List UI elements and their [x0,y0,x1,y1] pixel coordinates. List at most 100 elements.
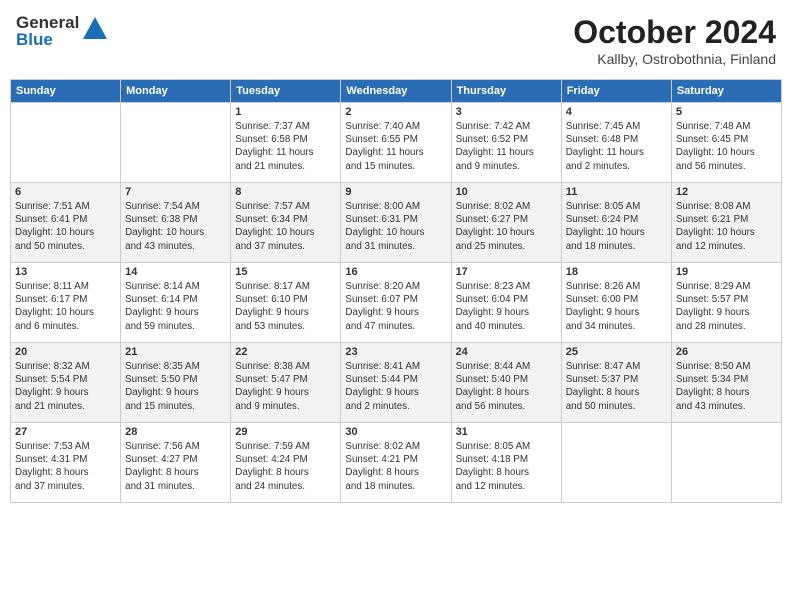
day-number: 27 [15,426,116,438]
day-number: 29 [235,426,336,438]
day-number: 22 [235,346,336,358]
day-info: Sunrise: 7:54 AM Sunset: 6:38 PM Dayligh… [125,200,226,253]
calendar-cell: 29 Sunrise: 7:59 AM Sunset: 4:24 PM Dayli… [231,423,341,503]
day-info: Sunrise: 8:17 AM Sunset: 6:10 PM Dayligh… [235,280,336,333]
calendar-cell: 15 Sunrise: 8:17 AM Sunset: 6:10 PM Dayli… [231,263,341,343]
day-info: Sunrise: 8:02 AM Sunset: 6:27 PM Dayligh… [456,200,557,253]
weekday-header-sunday: Sunday [11,80,121,103]
day-info: Sunrise: 8:35 AM Sunset: 5:50 PM Dayligh… [125,360,226,413]
weekday-header-thursday: Thursday [451,80,561,103]
day-info: Sunrise: 8:00 AM Sunset: 6:31 PM Dayligh… [345,200,446,253]
calendar-cell: 10 Sunrise: 8:02 AM Sunset: 6:27 PM Dayli… [451,183,561,263]
day-number: 13 [15,266,116,278]
calendar-cell: 24 Sunrise: 8:44 AM Sunset: 5:40 PM Dayli… [451,343,561,423]
calendar-cell: 19 Sunrise: 8:29 AM Sunset: 5:57 PM Dayli… [671,263,781,343]
calendar-cell: 23Sunrise: 8:41 AM Sunset: 5:44 PM Dayli… [341,343,451,423]
calendar-cell: 26 Sunrise: 8:50 AM Sunset: 5:34 PM Dayli… [671,343,781,423]
calendar-cell: 6 Sunrise: 7:51 AM Sunset: 6:41 PM Daylig… [11,183,121,263]
day-number: 25 [566,346,667,358]
day-info: Sunrise: 8:29 AM Sunset: 5:57 PM Dayligh… [676,280,777,333]
calendar-week-2: 13Sunrise: 8:11 AM Sunset: 6:17 PM Dayli… [11,263,782,343]
calendar-cell [561,423,671,503]
calendar-header-row: SundayMondayTuesdayWednesdayThursdayFrid… [11,80,782,103]
day-number: 23 [345,346,446,358]
day-number: 31 [456,426,557,438]
calendar-cell [11,103,121,183]
calendar-cell: 2Sunrise: 7:40 AM Sunset: 6:55 PM Daylig… [341,103,451,183]
calendar-cell: 21 Sunrise: 8:35 AM Sunset: 5:50 PM Dayli… [121,343,231,423]
calendar-cell: 27 Sunrise: 7:53 AM Sunset: 4:31 PM Dayli… [11,423,121,503]
calendar-cell: 17 Sunrise: 8:23 AM Sunset: 6:04 PM Dayli… [451,263,561,343]
calendar-week-0: 1 Sunrise: 7:37 AM Sunset: 6:58 PM Daylig… [11,103,782,183]
calendar-cell: 12Sunrise: 8:08 AM Sunset: 6:21 PM Dayli… [671,183,781,263]
calendar-cell: 31Sunrise: 8:05 AM Sunset: 4:18 PM Dayli… [451,423,561,503]
day-info: Sunrise: 8:32 AM Sunset: 5:54 PM Dayligh… [15,360,116,413]
page-title: October 2024 [573,14,776,51]
calendar-cell: 20Sunrise: 8:32 AM Sunset: 5:54 PM Dayli… [11,343,121,423]
calendar-cell [671,423,781,503]
logo-general: General [16,14,79,31]
day-number: 15 [235,266,336,278]
day-info: Sunrise: 7:40 AM Sunset: 6:55 PM Dayligh… [345,120,446,173]
day-info: Sunrise: 8:38 AM Sunset: 5:47 PM Dayligh… [235,360,336,413]
calendar-cell: 4 Sunrise: 7:45 AM Sunset: 6:48 PM Daylig… [561,103,671,183]
day-number: 18 [566,266,667,278]
page-subtitle: Kallby, Ostrobothnia, Finland [573,51,776,67]
day-info: Sunrise: 7:45 AM Sunset: 6:48 PM Dayligh… [566,120,667,173]
day-number: 26 [676,346,777,358]
calendar-cell: 9Sunrise: 8:00 AM Sunset: 6:31 PM Daylig… [341,183,451,263]
logo: General Blue [16,14,109,48]
day-info: Sunrise: 8:08 AM Sunset: 6:21 PM Dayligh… [676,200,777,253]
calendar-cell: 22 Sunrise: 8:38 AM Sunset: 5:47 PM Dayli… [231,343,341,423]
day-number: 7 [125,186,226,198]
weekday-header-monday: Monday [121,80,231,103]
calendar-cell: 7 Sunrise: 7:54 AM Sunset: 6:38 PM Daylig… [121,183,231,263]
day-info: Sunrise: 8:20 AM Sunset: 6:07 PM Dayligh… [345,280,446,333]
calendar-cell: 3Sunrise: 7:42 AM Sunset: 6:52 PM Daylig… [451,103,561,183]
weekday-header-saturday: Saturday [671,80,781,103]
calendar-cell: 13Sunrise: 8:11 AM Sunset: 6:17 PM Dayli… [11,263,121,343]
day-number: 30 [345,426,446,438]
calendar-body: 1 Sunrise: 7:37 AM Sunset: 6:58 PM Daylig… [11,103,782,503]
calendar-cell: 30Sunrise: 8:02 AM Sunset: 4:21 PM Dayli… [341,423,451,503]
day-info: Sunrise: 8:47 AM Sunset: 5:37 PM Dayligh… [566,360,667,413]
day-info: Sunrise: 7:37 AM Sunset: 6:58 PM Dayligh… [235,120,336,173]
calendar-cell: 28 Sunrise: 7:56 AM Sunset: 4:27 PM Dayli… [121,423,231,503]
logo-blue: Blue [16,31,79,48]
day-info: Sunrise: 7:51 AM Sunset: 6:41 PM Dayligh… [15,200,116,253]
day-number: 8 [235,186,336,198]
weekday-header-friday: Friday [561,80,671,103]
day-number: 28 [125,426,226,438]
day-info: Sunrise: 8:50 AM Sunset: 5:34 PM Dayligh… [676,360,777,413]
day-info: Sunrise: 8:23 AM Sunset: 6:04 PM Dayligh… [456,280,557,333]
calendar-week-3: 20Sunrise: 8:32 AM Sunset: 5:54 PM Dayli… [11,343,782,423]
day-number: 4 [566,106,667,118]
day-number: 14 [125,266,226,278]
calendar-cell: 18 Sunrise: 8:26 AM Sunset: 6:00 PM Dayli… [561,263,671,343]
day-number: 10 [456,186,557,198]
day-number: 1 [235,106,336,118]
calendar-week-4: 27 Sunrise: 7:53 AM Sunset: 4:31 PM Dayli… [11,423,782,503]
day-info: Sunrise: 7:59 AM Sunset: 4:24 PM Dayligh… [235,440,336,493]
calendar-week-1: 6 Sunrise: 7:51 AM Sunset: 6:41 PM Daylig… [11,183,782,263]
weekday-header-tuesday: Tuesday [231,80,341,103]
calendar-cell: 16Sunrise: 8:20 AM Sunset: 6:07 PM Dayli… [341,263,451,343]
day-number: 24 [456,346,557,358]
day-number: 5 [676,106,777,118]
day-info: Sunrise: 8:26 AM Sunset: 6:00 PM Dayligh… [566,280,667,333]
day-number: 17 [456,266,557,278]
day-info: Sunrise: 8:44 AM Sunset: 5:40 PM Dayligh… [456,360,557,413]
day-info: Sunrise: 7:53 AM Sunset: 4:31 PM Dayligh… [15,440,116,493]
title-block: October 2024 Kallby, Ostrobothnia, Finla… [573,14,776,67]
day-info: Sunrise: 7:48 AM Sunset: 6:45 PM Dayligh… [676,120,777,173]
calendar-cell: 14 Sunrise: 8:14 AM Sunset: 6:14 PM Dayli… [121,263,231,343]
day-info: Sunrise: 8:14 AM Sunset: 6:14 PM Dayligh… [125,280,226,333]
day-number: 6 [15,186,116,198]
calendar-cell [121,103,231,183]
day-info: Sunrise: 7:56 AM Sunset: 4:27 PM Dayligh… [125,440,226,493]
day-number: 19 [676,266,777,278]
calendar-cell: 8Sunrise: 7:57 AM Sunset: 6:34 PM Daylig… [231,183,341,263]
calendar-cell: 11Sunrise: 8:05 AM Sunset: 6:24 PM Dayli… [561,183,671,263]
calendar-cell: 25 Sunrise: 8:47 AM Sunset: 5:37 PM Dayli… [561,343,671,423]
day-number: 21 [125,346,226,358]
